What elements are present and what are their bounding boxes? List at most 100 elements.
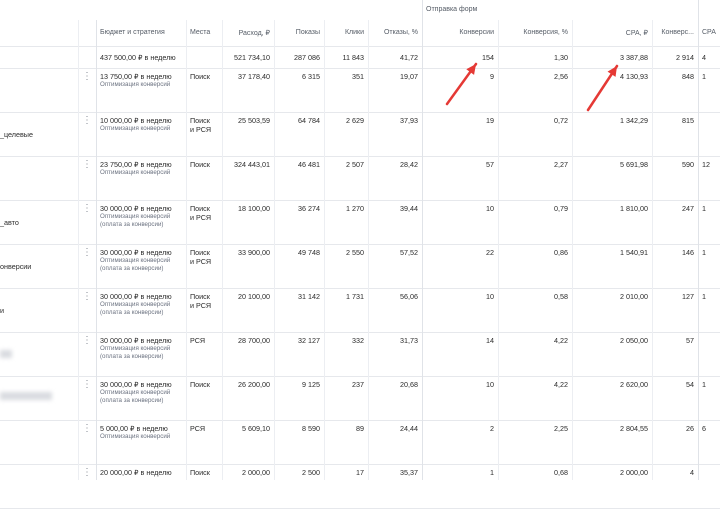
cell-cpa: 4 130,93: [620, 72, 648, 81]
places-cell: Поиск: [186, 156, 222, 200]
vertical-dots-icon[interactable]: ⋮: [78, 200, 96, 244]
column-header-conversions[interactable]: Конверсии: [422, 20, 498, 46]
strategy-text: (оплата за конверсии): [100, 397, 164, 404]
column-header-impressions[interactable]: Показы: [274, 20, 324, 46]
column-divider: [652, 20, 653, 480]
cell-conv-rate: 4,22: [554, 380, 568, 389]
cell-clicks: 1 270: [346, 204, 364, 213]
cell-conversions2: 57: [686, 336, 694, 345]
cell-conversions: 10: [486, 380, 494, 389]
cell-cpa: 5 691,98: [620, 160, 648, 169]
cell-clicks: 2 507: [346, 160, 364, 169]
table-row[interactable]: ⋮ 5 000,00 ₽ в неделю Оптимизация конверси…: [0, 420, 720, 465]
budget-cell: 30 000,00 ₽ в неделю Оптимизация конверси…: [96, 244, 186, 288]
cell-cpa2: 1: [702, 248, 706, 257]
places-text: Поиск: [190, 160, 210, 169]
redacted-text: [0, 350, 12, 358]
places-text: Поиск: [190, 292, 210, 301]
strategy-text: (оплата за конверсии): [100, 353, 164, 360]
cell-impressions: 2 500: [302, 468, 320, 477]
places-cell: Поиск и РСЯ: [186, 288, 222, 332]
cell-spend: 28 700,00: [238, 336, 270, 345]
vertical-dots-icon[interactable]: ⋮: [78, 332, 96, 376]
header-group-row: Отправка форм: [0, 0, 720, 20]
strategy-text: (оплата за конверсии): [100, 309, 164, 316]
column-divider: [698, 0, 699, 480]
cell-conv-rate: 2,56: [554, 72, 568, 81]
column-divider: [222, 20, 223, 480]
cell-spend: 2 000,00: [242, 468, 270, 477]
campaign-name[interactable]: [0, 420, 78, 464]
cell-spend: 33 900,00: [238, 248, 270, 257]
cell-conv-rate: 2,25: [554, 424, 568, 433]
campaign-name[interactable]: [0, 156, 78, 200]
column-header-places[interactable]: Места: [186, 20, 222, 46]
totals-conv-rate: 1,30: [554, 53, 568, 62]
column-header-cpa[interactable]: CPA, ₽: [572, 20, 652, 46]
cell-clicks: 17: [356, 468, 364, 477]
cell-impressions: 49 748: [298, 248, 320, 257]
cell-conv-rate: 0,58: [554, 292, 568, 301]
vertical-dots-icon[interactable]: ⋮: [78, 420, 96, 464]
cell-conversions2: 4: [690, 468, 694, 477]
campaign-name[interactable]: и: [0, 288, 78, 332]
campaign-name[interactable]: онверсии: [0, 244, 78, 288]
budget-amount: 30 000,00 ₽ в неделю: [100, 204, 172, 213]
table-row[interactable]: и ⋮ 30 000,00 ₽ в неделю Оптимизация конвер…: [0, 288, 720, 333]
places-cell: Поиск и РСЯ: [186, 112, 222, 156]
cell-conversions2: 815: [682, 116, 694, 125]
column-divider: [186, 20, 187, 480]
cell-conv-rate: 0,79: [554, 204, 568, 213]
vertical-dots-icon[interactable]: ⋮: [78, 376, 96, 420]
cell-cpa2: 1: [702, 204, 706, 213]
campaign-name[interactable]: _авто: [0, 200, 78, 244]
places-text: РСЯ: [190, 336, 206, 345]
totals-clicks: 11 843: [342, 53, 364, 62]
cell-cpa: 2 050,00: [620, 336, 648, 345]
campaign-name[interactable]: [0, 68, 78, 112]
totals-bounces: 41,72: [400, 53, 418, 62]
vertical-dots-icon[interactable]: ⋮: [78, 244, 96, 288]
column-header-budget[interactable]: Бюджет и стратегия: [96, 20, 186, 46]
table-row[interactable]: ⋮ 20 000,00 ₽ в неделю Поиск 2 000,00 2 500 1…: [0, 464, 720, 509]
cell-bounces: 56,06: [400, 292, 418, 301]
table-row[interactable]: онверсии ⋮ 30 000,00 ₽ в неделю Оптимизация…: [0, 244, 720, 289]
cell-clicks: 1 731: [346, 292, 364, 301]
strategy-text: Оптимизация конверсий: [100, 81, 171, 88]
cell-cpa2: [698, 332, 720, 376]
cell-impressions: 8 590: [302, 424, 320, 433]
header-row: Бюджет и стратегия Места Расход, ₽ Показы Кл…: [0, 20, 720, 47]
table-row[interactable]: _авто ⋮ 30 000,00 ₽ в неделю Оптимизация ко…: [0, 200, 720, 245]
table-row[interactable]: _целевые ⋮ 10 000,00 ₽ в неделю Оптимизация…: [0, 112, 720, 157]
column-header-bounces[interactable]: Отказы, %: [368, 20, 422, 46]
table-row[interactable]: ⋮ 30 000,00 ₽ в неделю Оптимизация конверс…: [0, 376, 720, 421]
totals-cpa: 3 387,88: [620, 53, 648, 62]
column-header-clicks[interactable]: Клики: [324, 20, 368, 46]
cell-spend: 18 100,00: [238, 204, 270, 213]
places-text: и РСЯ: [190, 257, 212, 266]
places-text: Поиск: [190, 380, 210, 389]
cell-conversions: 57: [486, 160, 494, 169]
cell-cpa2: 1: [702, 292, 706, 301]
column-header-conversions2[interactable]: Конверс...: [652, 20, 698, 46]
table-row[interactable]: ⋮ 13 750,00 ₽ в неделю Оптимизация конверс…: [0, 68, 720, 113]
table-row[interactable]: ⋮ 23 750,00 ₽ в неделю Оптимизация конверс…: [0, 156, 720, 201]
column-header-spend[interactable]: Расход, ₽: [222, 20, 274, 46]
campaign-name[interactable]: [0, 464, 78, 508]
cell-impressions: 9 125: [302, 380, 320, 389]
redacted-text: [0, 392, 52, 400]
places-text: Поиск: [190, 468, 210, 477]
vertical-dots-icon[interactable]: ⋮: [78, 156, 96, 200]
column-header-conv-rate[interactable]: Конверсия, %: [498, 20, 572, 46]
vertical-dots-icon[interactable]: ⋮: [78, 68, 96, 112]
column-header-cpa2[interactable]: CPA: [698, 20, 720, 46]
strategy-text: Оптимизация конверсий: [100, 433, 171, 440]
table-row[interactable]: ⋮ 30 000,00 ₽ в неделю Оптимизация конверс…: [0, 332, 720, 377]
campaign-name[interactable]: _целевые: [0, 112, 78, 156]
cell-conv-rate: 0,68: [554, 468, 568, 477]
vertical-dots-icon[interactable]: ⋮: [78, 112, 96, 156]
vertical-dots-icon[interactable]: ⋮: [78, 288, 96, 332]
strategy-text: Оптимизация конверсий: [100, 389, 171, 396]
column-divider: [572, 20, 573, 480]
vertical-dots-icon[interactable]: ⋮: [78, 464, 96, 508]
